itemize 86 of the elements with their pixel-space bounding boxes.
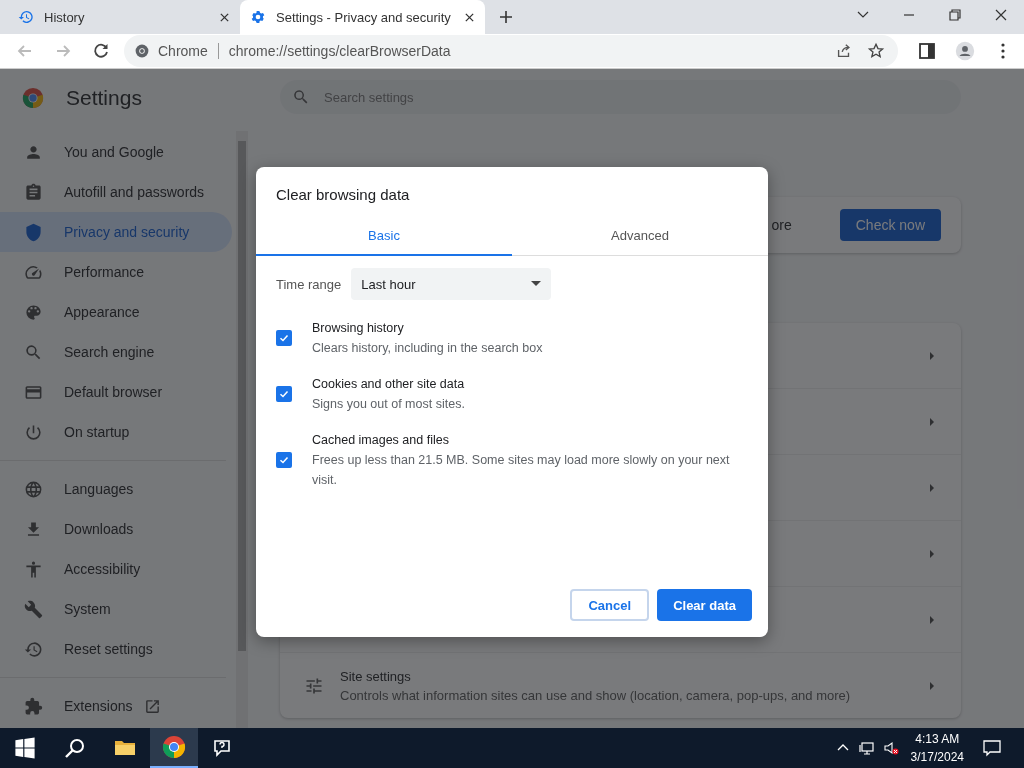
time-range-dropdown[interactable]: Last hour [351, 268, 552, 300]
dialog-tab[interactable]: Basic [256, 221, 512, 256]
share-icon[interactable] [835, 42, 853, 60]
checkbox[interactable] [276, 386, 292, 402]
settings-icon [250, 9, 266, 25]
sidebar-item[interactable]: Search engine [0, 332, 232, 372]
close-icon[interactable] [464, 11, 475, 23]
row-description: Controls what information sites can use and show (location, camera, pop-ups, and more) [340, 687, 852, 703]
sidebar-item[interactable]: Accessibility [0, 549, 232, 589]
sidebar-item[interactable]: Default browser [0, 372, 232, 412]
option-title: Cached images and files [312, 432, 450, 449]
power-icon [24, 422, 43, 442]
puzzle-piece-icon [24, 696, 43, 716]
checkmark-icon [278, 332, 290, 344]
search-icon [292, 88, 310, 106]
sidebar-item[interactable]: System [0, 589, 232, 629]
card-text: ore [771, 217, 792, 233]
sidebar-item[interactable]: Downloads [0, 509, 232, 549]
clear-data-button[interactable]: Clear data [657, 589, 752, 621]
history-icon [24, 639, 43, 659]
chrome-logo-icon [22, 87, 44, 109]
notification-icon[interactable] [982, 738, 1002, 758]
restore-icon[interactable] [948, 8, 962, 22]
check-now-button[interactable]: Check now [839, 209, 941, 241]
chrome-logo-icon [162, 735, 186, 759]
chevron-right-icon[interactable] [927, 680, 937, 691]
search-icon[interactable] [63, 736, 87, 760]
field-label: Time range [276, 276, 342, 292]
checkbox[interactable] [276, 330, 292, 346]
dialog-title: Clear browsing data [276, 186, 411, 203]
sidebar-item[interactable]: Privacy and security [0, 212, 232, 252]
browser-tab[interactable]: Settings - Privacy and security [240, 0, 485, 34]
sidebar-item[interactable]: Performance [0, 252, 232, 292]
option-title: Browsing history [312, 320, 405, 337]
search-icon [24, 342, 43, 362]
shield-icon [24, 222, 43, 242]
checkmark-icon [278, 388, 290, 400]
bookmark-star-icon[interactable] [867, 42, 885, 60]
chevron-right-icon[interactable] [927, 548, 937, 559]
history-icon [18, 9, 34, 25]
sidebar-item[interactable]: Extensions [0, 686, 232, 726]
cancel-button[interactable]: Cancel [570, 589, 650, 621]
clock-date: 3/17/2024 [910, 749, 964, 766]
checkmark-icon [278, 454, 290, 466]
checkbox[interactable] [276, 452, 292, 468]
close-icon[interactable] [219, 11, 230, 23]
profile-avatar-icon[interactable] [955, 41, 975, 61]
sidebar-item[interactable]: Languages [0, 469, 232, 509]
sidebar-item[interactable]: On startup [0, 412, 232, 452]
option-description: Clears history, including in the search box [312, 340, 543, 357]
close-icon[interactable] [994, 8, 1008, 22]
globe-icon [24, 479, 43, 499]
chrome-logo-icon [134, 43, 150, 59]
accessibility-icon [24, 559, 43, 579]
taskbar-app[interactable] [150, 728, 198, 768]
address-bar[interactable]: Chrome chrome://settings/clearBrowserData [124, 35, 898, 67]
caret-icon [531, 281, 542, 287]
option-title: Cookies and other site data [312, 376, 465, 393]
option-description: Signs you out of most sites. [312, 396, 465, 413]
chevron-right-icon[interactable] [927, 416, 937, 427]
url-text: chrome://settings/clearBrowserData [228, 43, 451, 59]
chevron-right-icon[interactable] [927, 350, 937, 361]
site-settings-row[interactable]: Site settings Controls what information sites can use and show (location, camera, pop-ups, and more) [280, 653, 961, 718]
new-tab-icon[interactable] [499, 10, 513, 24]
sidebar-item[interactable]: Appearance [0, 292, 232, 332]
row-title: Site settings [340, 668, 412, 684]
option-description: Frees up less than 21.5 MB. Some sites may load more slowly on your next visit. [312, 452, 731, 489]
wrench-icon [24, 599, 43, 619]
site-label: Chrome [158, 43, 208, 59]
sidebar-item[interactable]: Autofill and passwords [0, 172, 232, 212]
clipboard-icon [24, 182, 43, 202]
windows-logo-icon[interactable] [13, 736, 37, 760]
dialog-tab[interactable]: Advanced [512, 221, 768, 256]
clock-time: 4:13 AM [915, 731, 960, 748]
sidebar-item[interactable]: Reset settings [0, 629, 232, 669]
speaker-muted-icon[interactable] [882, 740, 899, 756]
scrollbar[interactable] [236, 131, 248, 728]
chevron-right-icon[interactable] [927, 614, 937, 625]
browser-tab[interactable]: History [8, 0, 240, 34]
network-icon[interactable] [858, 740, 875, 756]
settings-title: Settings [66, 86, 142, 110]
reload-icon[interactable] [91, 41, 111, 61]
chevron-right-icon[interactable] [927, 482, 937, 493]
palette-icon [24, 302, 43, 322]
sidebar-item[interactable]: You and Google [0, 132, 232, 172]
side-panel-icon[interactable] [917, 41, 937, 61]
